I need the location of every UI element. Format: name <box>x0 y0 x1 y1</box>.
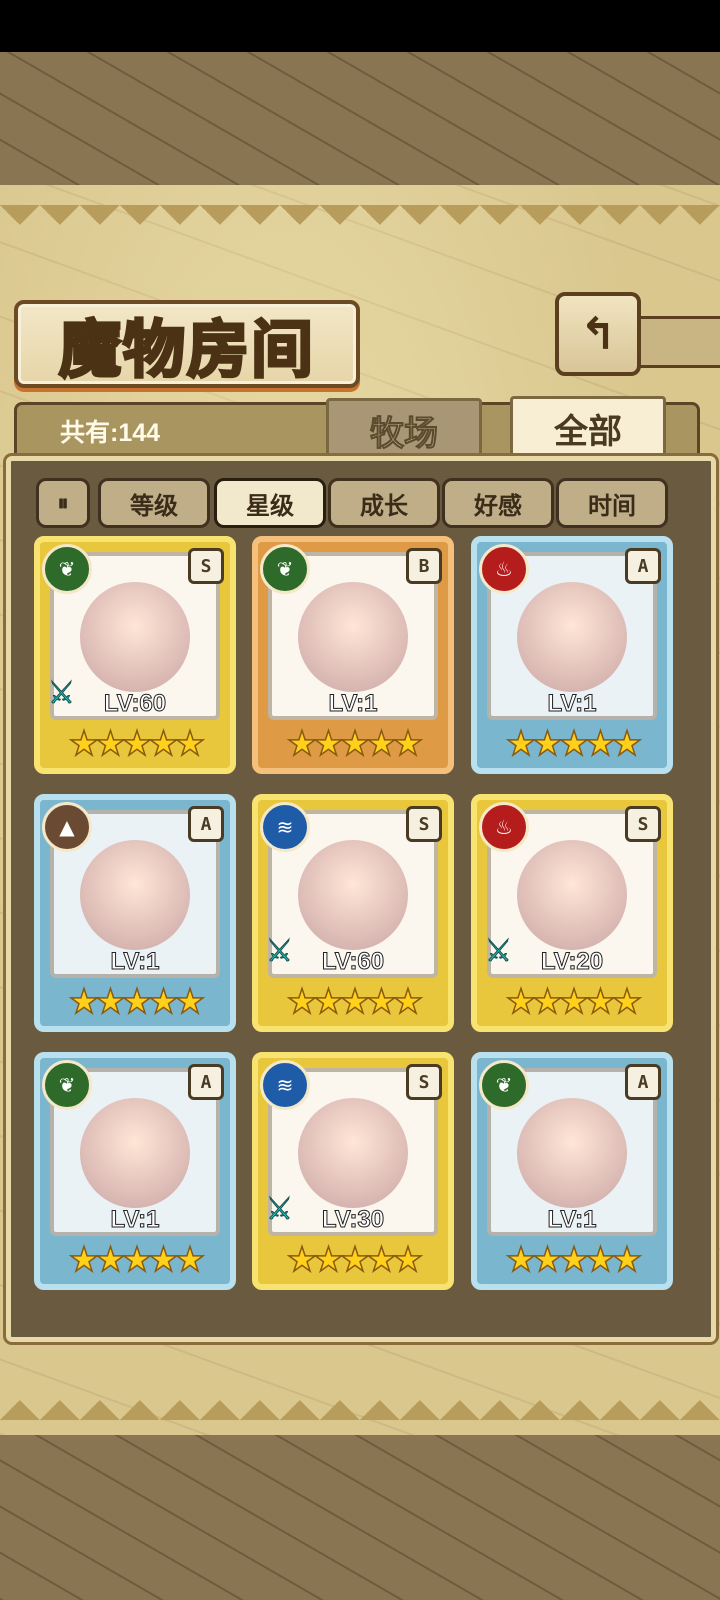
monster-card[interactable]: ♨ S ⚔ LV:20 ★★★★★ <box>471 794 673 1032</box>
monster-portrait <box>298 840 408 950</box>
monster-card[interactable]: ❦ A LV:1 ★★★★★ <box>34 1052 236 1290</box>
monster-level: LV:1 <box>328 690 378 718</box>
rank-badge: S <box>406 1064 442 1100</box>
sort-order-toggle[interactable]: ⏸ <box>36 478 90 528</box>
monster-level: LV:1 <box>547 690 597 718</box>
monster-level: LV:1 <box>547 1206 597 1234</box>
monster-card[interactable]: ≋ S ⚔ LV:30 ★★★★★ <box>252 1052 454 1290</box>
rank-badge: B <box>406 548 442 584</box>
earth-element-icon: ▲ <box>42 802 92 852</box>
back-arrow-icon: ↰ <box>579 308 617 360</box>
map-background-top <box>0 52 720 187</box>
monster-level: LV:20 <box>540 948 604 976</box>
star-rating: ★★★★★ <box>286 981 424 1023</box>
panel-zigzag-bottom <box>0 1380 720 1420</box>
star-rating: ★★★★★ <box>286 723 424 765</box>
rank-badge: S <box>406 806 442 842</box>
map-background-bottom <box>0 1430 720 1600</box>
monster-level: LV:60 <box>321 948 385 976</box>
monster-card[interactable]: ≋ S ⚔ LV:60 ★★★★★ <box>252 794 454 1032</box>
monster-level: LV:1 <box>110 948 160 976</box>
leaf-element-icon: ❦ <box>260 544 310 594</box>
star-rating: ★★★★★ <box>505 981 643 1023</box>
tab-all[interactable]: 全部 <box>510 396 666 460</box>
fire-element-icon: ♨ <box>479 544 529 594</box>
sort-affinity-button[interactable]: 好感 <box>442 478 554 528</box>
fire-element-icon: ♨ <box>479 802 529 852</box>
monster-portrait <box>517 1098 627 1208</box>
sort-star-button[interactable]: 星级 <box>214 478 326 528</box>
monster-portrait <box>80 1098 190 1208</box>
star-rating: ★★★★★ <box>286 1239 424 1281</box>
rank-badge: A <box>188 806 224 842</box>
status-bar <box>0 0 720 52</box>
star-rating: ★★★★★ <box>505 723 643 765</box>
title-plate: 魔物房间 <box>14 300 360 388</box>
rank-badge: A <box>625 1064 661 1100</box>
monster-card[interactable]: ▲ A LV:1 ★★★★★ <box>34 794 236 1032</box>
monster-level: LV:1 <box>110 1206 160 1234</box>
monster-card[interactable]: ♨ A LV:1 ★★★★★ <box>471 536 673 774</box>
monster-portrait <box>298 1098 408 1208</box>
monster-level: LV:30 <box>321 1206 385 1234</box>
back-button-rail <box>630 316 720 368</box>
monster-card[interactable]: ❦ S ⚔ LV:60 ★★★★★ <box>34 536 236 774</box>
star-rating: ★★★★★ <box>68 1239 206 1281</box>
star-rating: ★★★★★ <box>68 981 206 1023</box>
water-element-icon: ≋ <box>260 802 310 852</box>
back-button[interactable]: ↰ <box>555 292 641 376</box>
rank-badge: S <box>625 806 661 842</box>
star-rating: ★★★★★ <box>505 1239 643 1281</box>
monster-count: 共有:144 <box>60 419 161 447</box>
rank-badge: A <box>188 1064 224 1100</box>
panel-zigzag-top <box>0 205 720 245</box>
page-title: 魔物房间 <box>57 312 315 388</box>
monster-portrait <box>517 582 627 692</box>
rank-badge: A <box>625 548 661 584</box>
leaf-element-icon: ❦ <box>42 544 92 594</box>
sort-level-button[interactable]: 等级 <box>98 478 210 528</box>
monster-portrait <box>517 840 627 950</box>
monster-level: LV:60 <box>103 690 167 718</box>
monster-portrait <box>298 582 408 692</box>
leaf-element-icon: ❦ <box>42 1060 92 1110</box>
water-element-icon: ≋ <box>260 1060 310 1110</box>
monster-card[interactable]: ❦ B LV:1 ★★★★★ <box>252 536 454 774</box>
monster-card[interactable]: ❦ A LV:1 ★★★★★ <box>471 1052 673 1290</box>
leaf-element-icon: ❦ <box>479 1060 529 1110</box>
monster-portrait <box>80 840 190 950</box>
rank-badge: S <box>188 548 224 584</box>
sort-time-button[interactable]: 时间 <box>556 478 668 528</box>
star-rating: ★★★★★ <box>68 723 206 765</box>
sort-growth-button[interactable]: 成长 <box>328 478 440 528</box>
tab-ranch[interactable]: 牧场 <box>326 398 482 462</box>
monster-portrait <box>80 582 190 692</box>
